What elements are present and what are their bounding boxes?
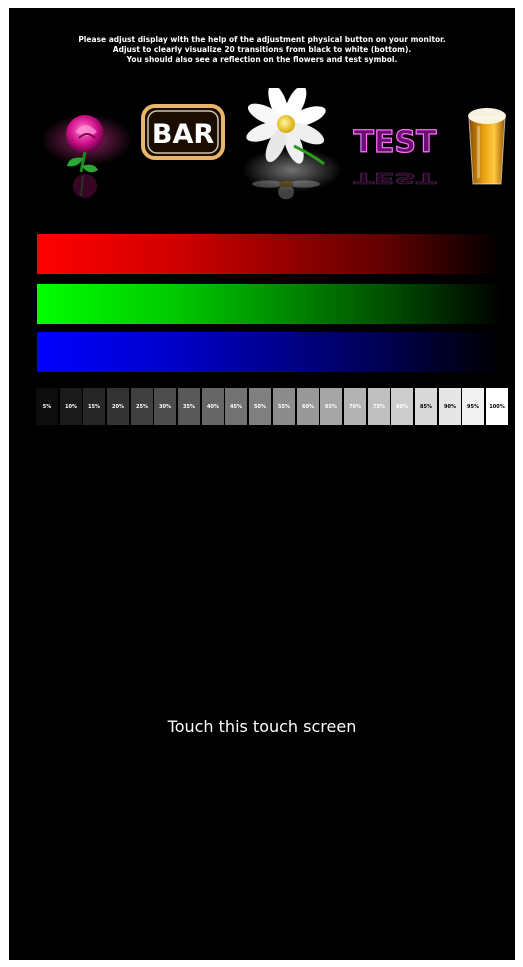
gray-swatch: 85% <box>415 388 437 425</box>
test-sign-label: TEST <box>353 125 437 160</box>
test-symbols: BAR TEST TEST <box>9 88 515 228</box>
gray-swatch: 35% <box>178 388 200 425</box>
gray-swatch: 30% <box>154 388 176 425</box>
touch-prompt: Touch this touch screen <box>167 717 357 736</box>
red-gradient-bar <box>37 234 502 274</box>
gray-swatch: 25% <box>131 388 153 425</box>
rose-icon <box>41 114 133 198</box>
gray-swatch: 10% <box>60 388 82 425</box>
gray-swatch: 20% <box>107 388 129 425</box>
gray-swatch: 90% <box>439 388 461 425</box>
instruction-line-1: Please adjust display with the help of t… <box>78 35 446 44</box>
gray-swatch: 55% <box>273 388 295 425</box>
gray-swatch: 80% <box>391 388 413 425</box>
bar-sign-label: BAR <box>152 119 214 150</box>
gray-swatch: 15% <box>83 388 105 425</box>
gray-swatch: 70% <box>344 388 366 425</box>
gray-swatch: 45% <box>225 388 247 425</box>
beer-glass-icon <box>468 108 506 185</box>
bar-sign-icon: BAR <box>141 104 225 160</box>
calibration-instructions: Please adjust display with the help of t… <box>9 35 515 65</box>
blue-gradient-bar <box>37 332 502 372</box>
daisy-icon <box>242 88 342 200</box>
gray-swatch: 60% <box>297 388 319 425</box>
gray-scale: 5% 10% 15% 20% 25% 30% 35% 40% 45% 50% 55% 60% 65% 70… <box>36 388 508 425</box>
test-sign-icon: TEST TEST <box>353 124 438 187</box>
green-gradient-bar <box>37 284 502 324</box>
test-sign-reflection: TEST <box>354 169 438 187</box>
gray-swatch: 50% <box>249 388 271 425</box>
gray-swatch: 40% <box>202 388 224 425</box>
gray-swatch: 75% <box>368 388 390 425</box>
instruction-line-2: Adjust to clearly visualize 20 transitio… <box>112 45 412 54</box>
gray-swatch: 5% <box>36 388 58 425</box>
gray-swatch: 95% <box>462 388 484 425</box>
gray-swatch: 100% <box>486 388 508 425</box>
instruction-line-3: You should also see a reflection on the … <box>126 55 398 64</box>
gray-swatch: 65% <box>320 388 342 425</box>
display-calibration-screen[interactable]: Please adjust display with the help of t… <box>9 8 515 960</box>
